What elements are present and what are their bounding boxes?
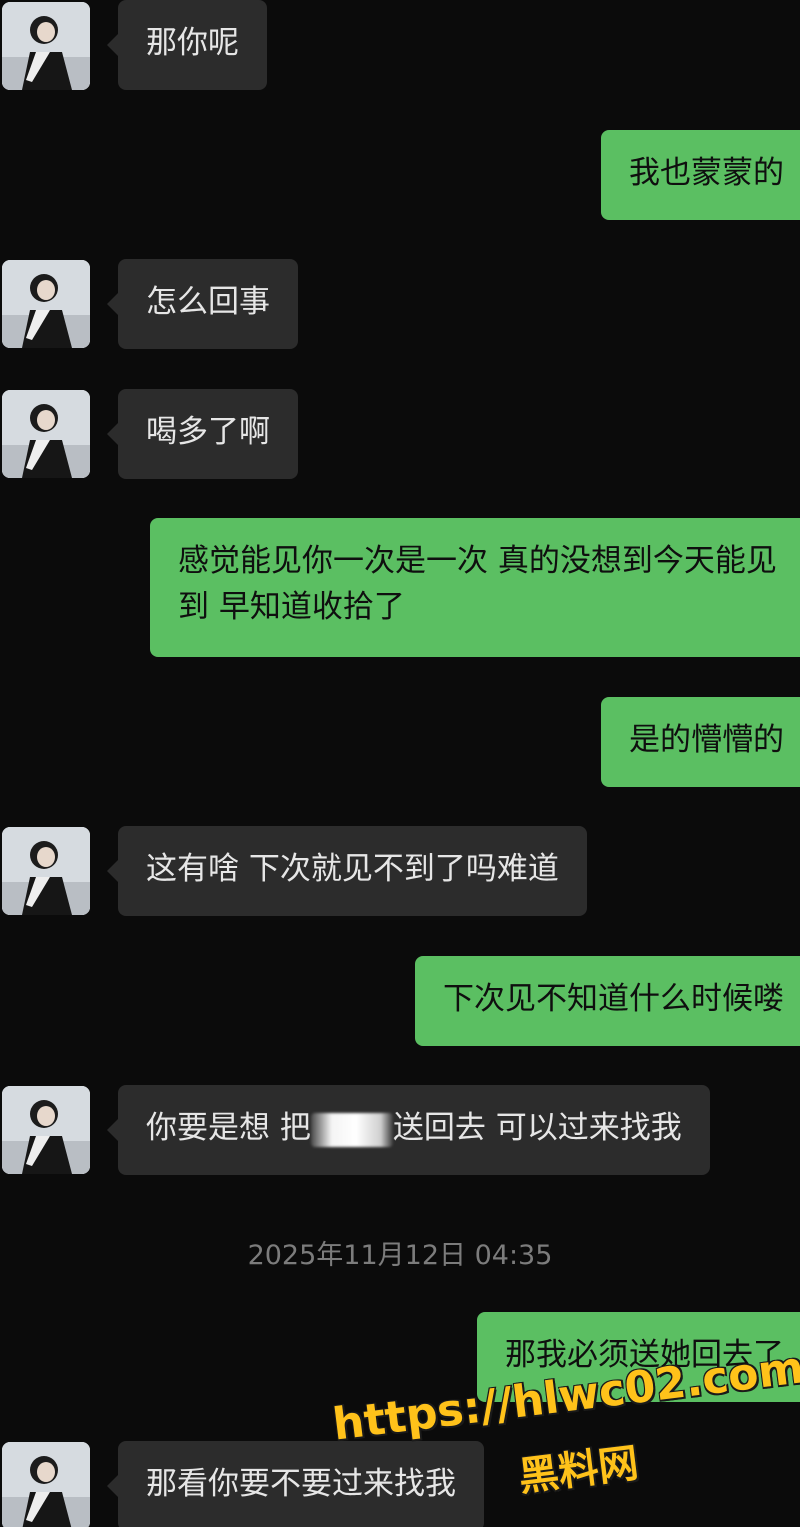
message-bubble-incoming[interactable]: 喝多了啊 (107, 389, 298, 479)
message-text: 下次见不知道什么时候喽 (443, 981, 784, 1017)
message-text: 喝多了啊 (146, 414, 270, 450)
avatar-image (2, 390, 90, 478)
message-text: 我也蒙蒙的 (629, 155, 784, 191)
message-text: 这有啥 下次就见不到了吗难道 (146, 851, 559, 887)
avatar-image (2, 1442, 90, 1527)
message-bubble-outgoing[interactable]: 感觉能见你一次是一次 真的没想到今天能见到 早知道收拾了 (150, 518, 800, 657)
message-bubble-incoming[interactable]: 怎么回事 (107, 259, 298, 349)
avatar-image (2, 1086, 90, 1174)
contact-avatar[interactable] (2, 390, 90, 478)
message-bubble-outgoing[interactable]: 是的懵懵的 (601, 697, 800, 787)
message-text: 那你呢 (146, 25, 239, 61)
message-bubble-outgoing[interactable]: 下次见不知道什么时候喽 (415, 956, 800, 1046)
avatar-image (2, 827, 90, 915)
avatar-image (2, 260, 90, 348)
message-bubble-incoming[interactable]: 这有啥 下次就见不到了吗难道 (107, 826, 587, 916)
message-text: 那看你要不要过来找我 (146, 1466, 456, 1502)
message-timestamp: 2025年11月12日 04:35 (247, 1240, 553, 1271)
message-text-before: 你要是想 把 (146, 1110, 311, 1146)
chat-view: 那你呢 我也蒙蒙的 怎么回事 喝多了啊 感觉能见你一次是一次 真的没想到今天能见… (0, 0, 800, 1527)
message-bubble-incoming[interactable]: 那看你要不要过来找我 (107, 1441, 484, 1527)
contact-avatar[interactable] (2, 1086, 90, 1174)
message-text: 怎么回事 (146, 284, 270, 320)
message-bubble-incoming[interactable]: 你要是想 把 送回去 可以过来找我 (107, 1085, 710, 1175)
contact-avatar[interactable] (2, 827, 90, 915)
watermark-name: 黑料网 (516, 1440, 641, 1501)
contact-avatar[interactable] (2, 1442, 90, 1527)
message-text: 感觉能见你一次是一次 真的没想到今天能见到 早知道收拾了 (178, 543, 777, 625)
message-bubble-outgoing[interactable]: 我也蒙蒙的 (601, 130, 800, 220)
message-bubble-incoming[interactable]: 那你呢 (107, 0, 267, 90)
message-text-after: 送回去 可以过来找我 (392, 1110, 682, 1146)
message-text: 是的懵懵的 (629, 722, 784, 758)
avatar-image (2, 2, 90, 90)
contact-avatar[interactable] (2, 260, 90, 348)
contact-avatar[interactable] (2, 2, 90, 90)
redaction-blur (310, 1112, 393, 1147)
